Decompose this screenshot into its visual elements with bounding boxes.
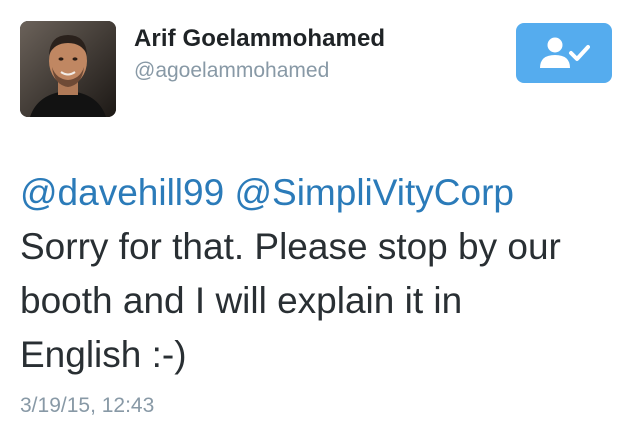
tweet-card: Arif Goelammohamed @agoelammohamed @dave… — [0, 0, 636, 445]
tweet-text-line-mentions: @davehill99 @SimpliVityCorp — [20, 166, 620, 220]
tweet-text-line: English :-) — [20, 334, 187, 375]
tweet-text-line: Sorry for that. Please stop by our — [20, 226, 561, 267]
avatar[interactable] — [20, 21, 116, 117]
tweet-timestamp[interactable]: 3/19/15, 12:43 — [20, 394, 154, 418]
author-name[interactable]: Arif Goelammohamed — [134, 25, 385, 53]
mention-simplivitycorp[interactable]: @SimpliVityCorp — [234, 172, 514, 213]
tweet-text-line: booth and I will explain it in — [20, 280, 463, 321]
author-screen-name[interactable]: @agoelammohamed — [134, 59, 329, 83]
mention-davehill99[interactable]: @davehill99 — [20, 172, 224, 213]
tweet-text: @davehill99 @SimpliVityCorp Sorry for th… — [20, 166, 620, 382]
following-button[interactable] — [516, 23, 612, 83]
user-check-icon — [540, 37, 590, 68]
